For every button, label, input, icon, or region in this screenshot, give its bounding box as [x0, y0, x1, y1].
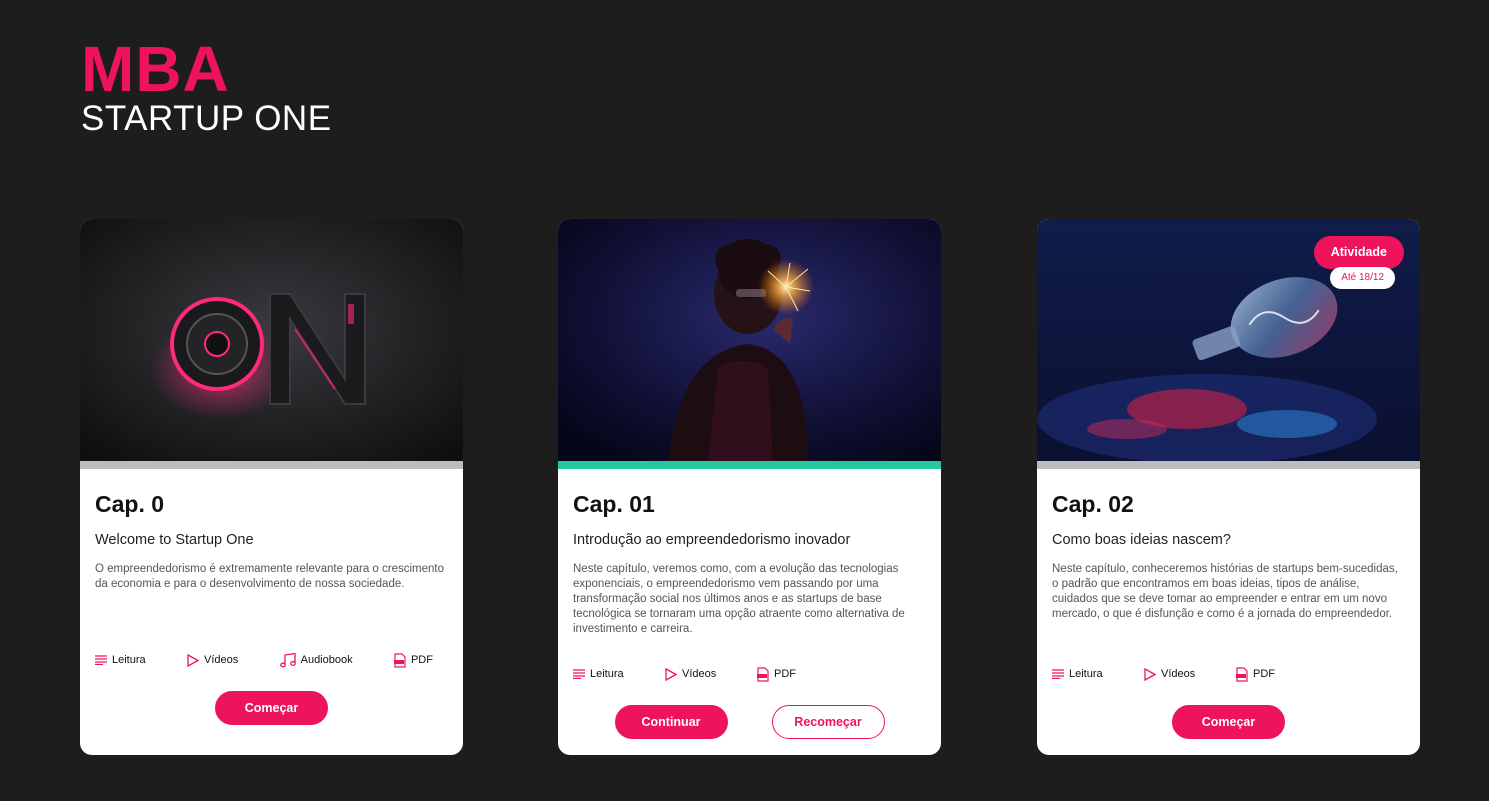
chapter-card-2[interactable]: Atividade Até 18/12 Cap. 02 Como boas id… [1037, 219, 1420, 755]
play-icon [1144, 667, 1156, 681]
start-button[interactable]: Começar [1172, 705, 1285, 739]
chapter-title: Cap. 01 [573, 491, 655, 517]
media-reading: Leitura [1052, 668, 1144, 680]
chapter-subtitle: Welcome to Startup One [95, 532, 254, 548]
chapter-description: Neste capítulo, conheceremos histórias d… [1052, 563, 1398, 620]
chapter-description: Neste capítulo, veremos como, com a evol… [573, 563, 905, 635]
media-reading: Leitura [573, 668, 665, 680]
start-button[interactable]: Começar [215, 691, 328, 725]
chapter-2-image: Atividade Até 18/12 [1037, 219, 1420, 461]
progress-bar [1037, 461, 1420, 469]
text-lines-icon [95, 655, 107, 665]
media-pdf: PDF [757, 666, 796, 682]
media-reading: Leitura [95, 654, 146, 666]
media-pdf: PDF [393, 652, 433, 668]
media-pdf: PDF [1236, 666, 1275, 682]
activity-due-date: Até 18/12 [1330, 267, 1395, 289]
restart-button[interactable]: Recomeçar [771, 705, 885, 739]
chapter-1-image [558, 219, 941, 461]
media-audiobook: Audiobook [279, 652, 353, 668]
media-types: Leitura Vídeos PDF [573, 664, 926, 684]
media-videos: Vídeos [665, 667, 757, 681]
pdf-icon [1236, 666, 1248, 682]
activity-badge: Atividade [1313, 236, 1404, 269]
text-lines-icon [573, 669, 585, 679]
chapter-subtitle: Introdução ao empreendedorismo inovador [573, 532, 851, 548]
media-types: Leitura Vídeos PDF [1052, 664, 1405, 684]
music-note-icon [279, 652, 296, 668]
pdf-icon [393, 652, 406, 668]
chapter-title: Cap. 02 [1052, 491, 1134, 517]
chapter-subtitle: Como boas ideias nascem? [1052, 532, 1231, 548]
media-videos: Vídeos [1144, 667, 1236, 681]
media-types: Leitura Vídeos Audiobook PDF [95, 650, 448, 670]
chapter-title: Cap. 0 [95, 491, 165, 517]
text-lines-icon [1052, 669, 1064, 679]
pdf-icon [757, 666, 769, 682]
continue-button[interactable]: Continuar [614, 705, 728, 739]
media-videos: Vídeos [187, 653, 238, 667]
brand-logo: MBA STARTUP ONE [81, 33, 332, 138]
chapter-card-1[interactable]: Cap. 01 Introdução ao empreendedorismo i… [558, 219, 941, 755]
play-icon [187, 653, 199, 667]
progress-bar [558, 461, 941, 469]
brand-subtitle: STARTUP ONE [81, 99, 332, 138]
chapter-description: O empreendedorismo é extremamente releva… [95, 563, 445, 590]
play-icon [665, 667, 677, 681]
chapter-0-image [80, 219, 463, 461]
chapter-card-0[interactable]: Cap. 0 Welcome to Startup One O empreend… [80, 219, 463, 755]
progress-bar [80, 461, 463, 469]
brand-title: MBA [81, 33, 230, 105]
